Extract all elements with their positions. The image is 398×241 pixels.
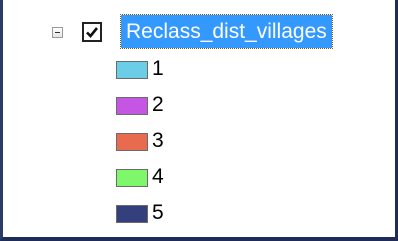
legend-label: 3 — [152, 129, 164, 152]
layer-visibility-checkbox[interactable] — [82, 22, 102, 42]
legend-swatch[interactable] — [116, 97, 148, 115]
collapse-minus-icon[interactable] — [52, 27, 63, 38]
legend-swatch[interactable] — [116, 133, 148, 151]
layer-name-label[interactable]: Reclass_dist_villages — [120, 14, 333, 49]
legend-label: 1 — [152, 57, 164, 80]
legend-label: 5 — [152, 201, 164, 224]
legend-swatch[interactable] — [116, 61, 148, 79]
legend-swatch[interactable] — [116, 205, 148, 223]
legend-label: 4 — [152, 165, 164, 188]
checkmark-icon — [86, 27, 99, 38]
legend-label: 2 — [152, 93, 164, 116]
table-of-contents-panel: Reclass_dist_villages 1 2 3 4 5 — [0, 0, 398, 241]
legend-swatch[interactable] — [116, 169, 148, 187]
